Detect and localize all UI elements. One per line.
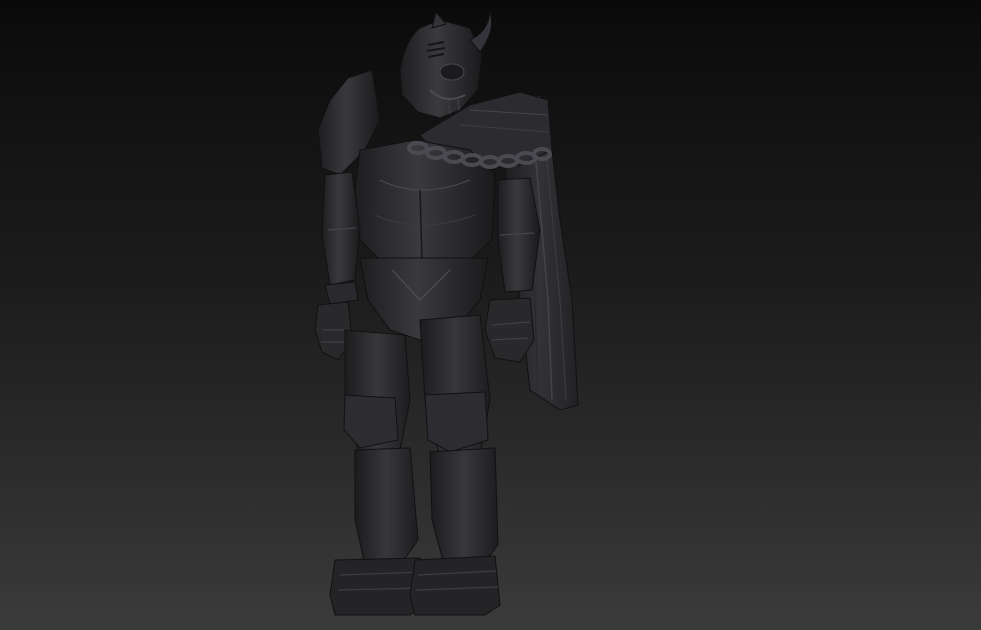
torso (354, 139, 496, 266)
right-shin (429, 447, 499, 569)
head (399, 10, 493, 119)
right-knee (424, 391, 489, 453)
right-boot (409, 555, 501, 616)
right-hand (484, 297, 535, 363)
left-knee (343, 394, 399, 449)
left-forearm-guard (324, 281, 359, 305)
sculpted-figure (314, 10, 579, 616)
sculpt-viewport[interactable] (0, 0, 981, 630)
left-shin (354, 447, 419, 566)
